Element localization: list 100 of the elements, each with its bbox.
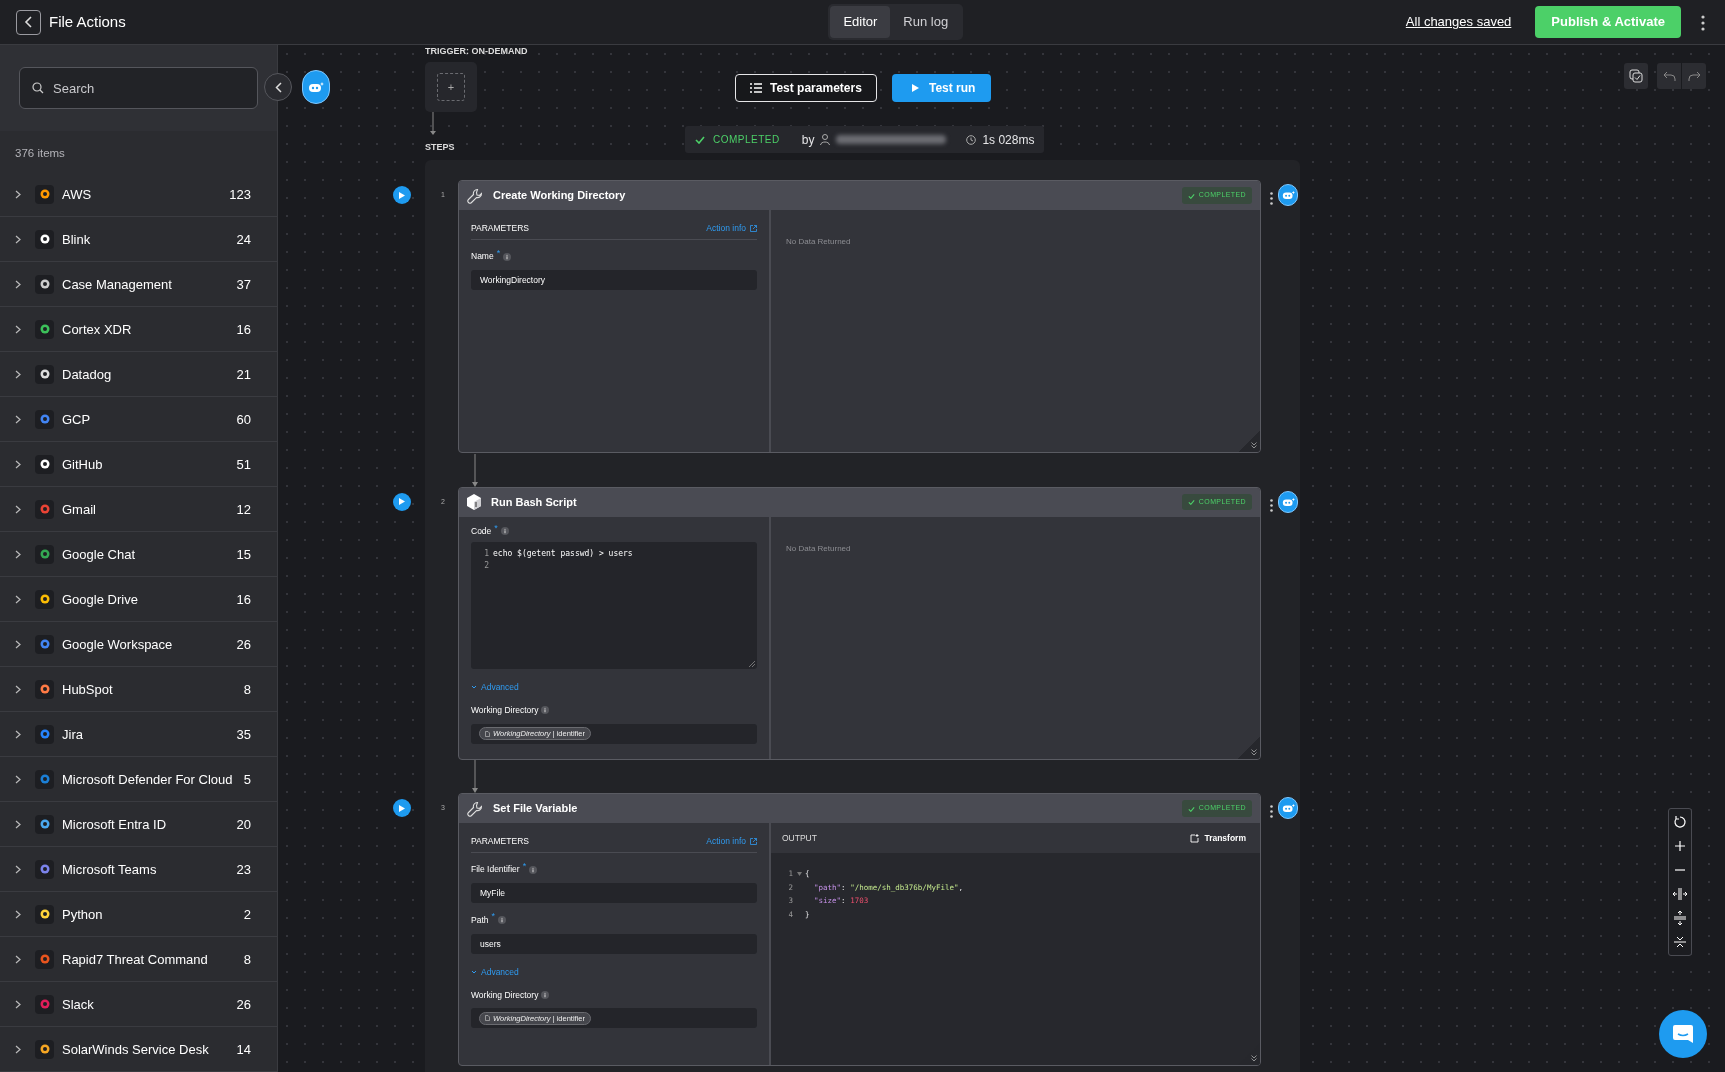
app-logo-icon xyxy=(35,859,54,879)
chat-icon xyxy=(1672,1024,1694,1044)
app-logo-icon xyxy=(35,634,54,654)
step-title: Set File Variable xyxy=(493,801,579,817)
refresh-icon xyxy=(1673,815,1687,829)
integration-name: Gmail xyxy=(62,500,97,519)
chevron-right-icon xyxy=(15,549,21,559)
chevron-right-icon xyxy=(15,324,21,334)
chevron-left-icon xyxy=(274,81,282,93)
chevron-right-icon xyxy=(15,234,21,244)
app-logo-icon xyxy=(35,499,54,519)
integration-name: Case Management xyxy=(62,275,173,294)
integration-row[interactable]: Microsoft Teams 23 xyxy=(0,847,277,893)
integration-count: 37 xyxy=(236,275,251,294)
integration-count: 51 xyxy=(236,455,251,474)
code-editor[interactable]: 1 echo $(getent passwd) > users 2 xyxy=(471,542,757,669)
integration-row[interactable]: Slack 26 xyxy=(0,982,277,1028)
more-vertical-icon xyxy=(1270,498,1273,512)
clock-icon xyxy=(966,134,977,145)
integration-row[interactable]: Google Drive 16 xyxy=(0,577,277,623)
advanced-toggle[interactable]: Advanced xyxy=(471,965,519,979)
fit-width-button[interactable] xyxy=(1671,885,1689,903)
reset-view-button[interactable] xyxy=(1671,813,1689,831)
select-all-button[interactable] xyxy=(1624,63,1648,89)
integration-name: Google Chat xyxy=(62,545,136,564)
integration-count: 16 xyxy=(236,590,251,609)
chevron-right-icon xyxy=(15,999,21,1009)
code-line: echo $(getent passwd) > users xyxy=(493,549,633,558)
assistant-button[interactable] xyxy=(302,70,330,104)
input-field[interactable]: users xyxy=(471,933,757,954)
integration-row[interactable]: Google Chat 15 xyxy=(0,532,277,578)
terminal-cube-icon xyxy=(467,494,481,510)
integration-row[interactable]: HubSpot 8 xyxy=(0,667,277,713)
fit-height-button[interactable] xyxy=(1671,909,1689,927)
integration-row[interactable]: Microsoft Defender For Cloud 5 xyxy=(0,757,277,803)
integration-row[interactable]: Jira 35 xyxy=(0,712,277,758)
integration-name: Slack xyxy=(62,995,95,1014)
transform-button[interactable]: Transform xyxy=(1190,831,1246,845)
advanced-toggle[interactable]: Advanced xyxy=(471,681,519,694)
integration-count: 16 xyxy=(236,320,251,339)
integration-count: 12 xyxy=(236,500,251,519)
integration-row[interactable]: GCP 60 xyxy=(0,397,277,443)
trigger-label: TRIGGER: ON-DEMAND xyxy=(425,45,528,58)
app-logo-icon xyxy=(35,904,54,924)
integration-name: Microsoft Teams xyxy=(62,860,158,879)
line-number: 1 xyxy=(483,548,489,560)
run-step-button[interactable] xyxy=(393,799,411,817)
connector-arrow xyxy=(471,760,479,793)
integration-name: Google Workspace xyxy=(62,635,174,654)
integration-row[interactable]: Datadog 21 xyxy=(0,352,277,398)
vertical-arrows-icon xyxy=(1673,911,1687,925)
integration-row[interactable]: GitHub 51 xyxy=(0,442,277,488)
external-link-icon xyxy=(750,224,757,232)
action-info-link[interactable]: Action info xyxy=(706,835,757,848)
action-info-link[interactable]: Action info xyxy=(706,222,757,235)
chat-button[interactable] xyxy=(1659,1010,1707,1058)
info-icon xyxy=(500,527,509,536)
integration-row[interactable]: Rapid7 Threat Command 8 xyxy=(0,937,277,983)
app-logo-icon xyxy=(35,274,54,294)
integration-row[interactable]: Google Workspace 26 xyxy=(0,622,277,668)
info-icon xyxy=(541,990,550,999)
back-button[interactable] xyxy=(16,9,41,35)
test-parameters-button[interactable]: Test parameters xyxy=(735,74,877,102)
view-tab[interactable]: Editor xyxy=(830,6,891,38)
save-status-link[interactable]: All changes saved xyxy=(1405,12,1512,32)
copy-check-icon xyxy=(1629,69,1643,83)
input-field[interactable]: WorkingDirectory xyxy=(471,270,757,291)
run-step-button[interactable] xyxy=(393,492,411,511)
app-logo-icon xyxy=(35,229,54,249)
file-icon xyxy=(485,730,490,737)
app-logo-icon xyxy=(35,724,54,744)
integration-row[interactable]: Case Management 37 xyxy=(0,262,277,308)
run-step-button[interactable] xyxy=(393,186,411,204)
integration-row[interactable]: Microsoft Entra ID 20 xyxy=(0,802,277,848)
input-field[interactable]: MyFile xyxy=(471,883,757,904)
integration-count: 23 xyxy=(236,860,251,879)
integration-row[interactable]: Python 2 xyxy=(0,892,277,938)
integration-count: 60 xyxy=(236,410,251,429)
app-logo-icon xyxy=(35,679,54,699)
chevron-right-icon xyxy=(15,1044,21,1054)
integration-row[interactable]: SolarWinds Service Desk 14 xyxy=(0,1027,277,1072)
undo-icon xyxy=(1662,71,1676,81)
item-count-label: 376 items xyxy=(14,146,66,161)
integration-row[interactable]: Gmail 12 xyxy=(0,487,277,533)
user-icon xyxy=(820,134,831,145)
integration-row[interactable]: Blink 24 xyxy=(0,217,277,263)
robot-icon xyxy=(1281,803,1295,813)
more-vertical-icon xyxy=(1701,14,1705,31)
integration-row[interactable]: Cortex XDR 16 xyxy=(0,307,277,353)
chevron-right-icon xyxy=(15,954,21,964)
output-heading: OUTPUT xyxy=(782,831,817,845)
play-icon xyxy=(912,84,919,92)
list-icon xyxy=(750,83,762,93)
integration-row[interactable]: AWS 123 xyxy=(0,172,277,218)
parameters-heading: PARAMETERS xyxy=(471,222,529,235)
add-trigger-button[interactable]: + xyxy=(437,73,465,101)
integration-count: 123 xyxy=(229,185,251,204)
search-field[interactable]: Search xyxy=(19,67,258,109)
info-icon xyxy=(529,865,538,874)
view-tab[interactable]: Run log xyxy=(890,6,962,38)
